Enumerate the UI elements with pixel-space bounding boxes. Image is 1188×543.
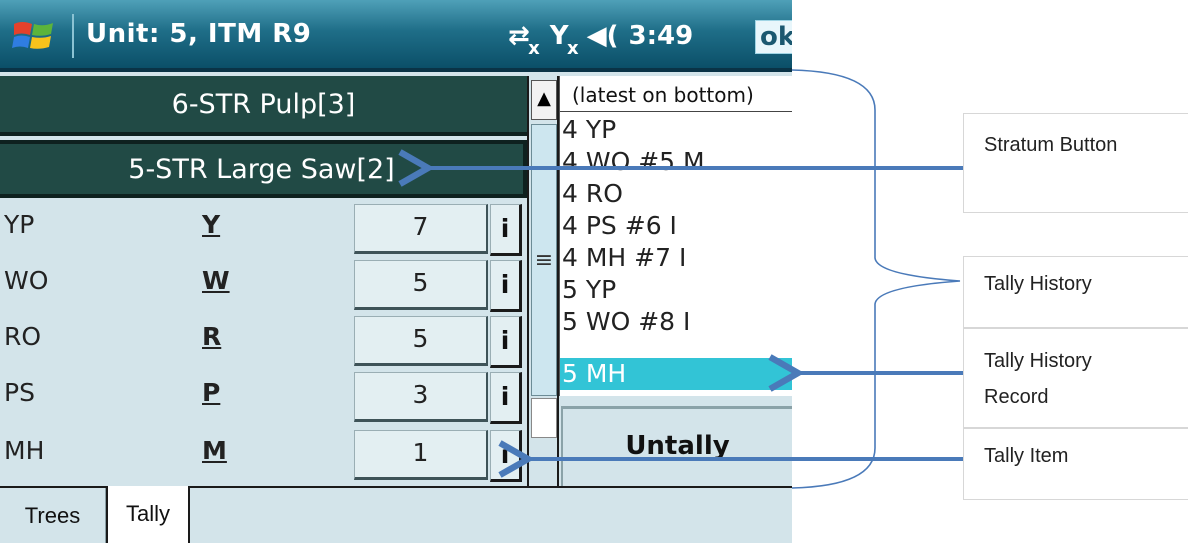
callout-tally-item: Tally Item xyxy=(963,428,1188,500)
callout-tally-history: Tally History xyxy=(963,256,1188,328)
callout-text: Tally History xyxy=(984,273,1092,295)
callout-text: Stratum Button xyxy=(984,134,1118,156)
callout-tally-history-record: Tally History Record xyxy=(963,328,1188,428)
callout-stratum-button: Stratum Button xyxy=(963,113,1188,213)
callout-text: Tally History xyxy=(984,350,1092,372)
callout-text: Record xyxy=(984,386,1049,408)
callout-text: Tally Item xyxy=(984,445,1069,467)
history-bracket xyxy=(791,69,961,489)
